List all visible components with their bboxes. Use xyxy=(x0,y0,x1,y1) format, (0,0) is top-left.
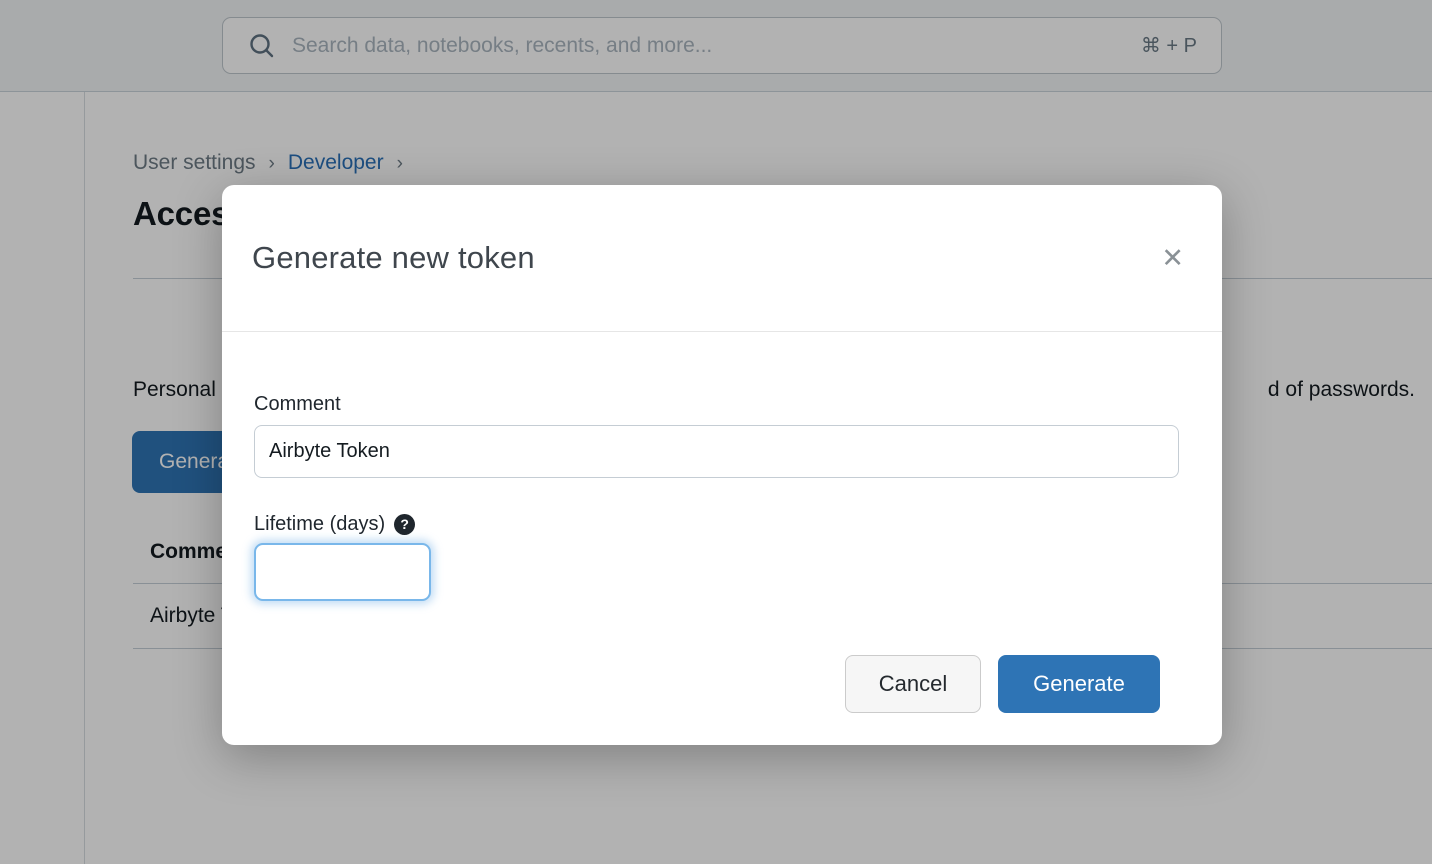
lifetime-input[interactable] xyxy=(254,543,431,601)
generate-token-modal: Generate new token ✕ Comment Lifetime (d… xyxy=(222,185,1222,745)
modal-header: Generate new token ✕ xyxy=(222,185,1222,332)
help-icon[interactable]: ? xyxy=(394,514,415,535)
close-icon: ✕ xyxy=(1161,243,1184,273)
modal-footer: Cancel Generate xyxy=(254,655,1190,713)
modal-body: Comment Lifetime (days) ? Cancel Generat… xyxy=(222,332,1222,713)
comment-label: Comment xyxy=(254,393,341,415)
cancel-button[interactable]: Cancel xyxy=(845,655,981,713)
comment-input[interactable] xyxy=(254,425,1179,478)
generate-button[interactable]: Generate xyxy=(998,655,1160,713)
lifetime-label-row: Lifetime (days) ? xyxy=(254,512,1190,536)
lifetime-label: Lifetime (days) xyxy=(254,512,385,536)
app-root: ⌘ + P User settings›Developer› Access to… xyxy=(0,0,1432,864)
modal-title: Generate new token xyxy=(252,240,535,276)
close-button[interactable]: ✕ xyxy=(1157,241,1188,276)
